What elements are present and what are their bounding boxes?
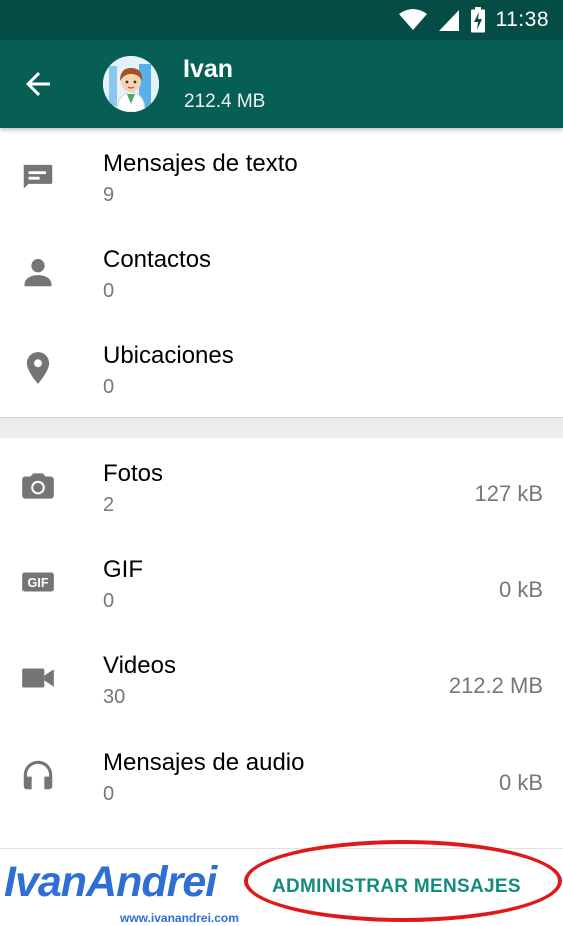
location-pin-icon xyxy=(26,352,50,384)
status-time: 11:38 xyxy=(495,8,549,31)
watermark-url: www.ivanandrei.com xyxy=(120,911,239,925)
headphones-icon xyxy=(23,760,53,790)
row-title: Videos xyxy=(103,652,176,679)
row-count: 0 xyxy=(103,376,115,398)
status-icons: 11:38 xyxy=(398,6,550,34)
row-size: 0 kB xyxy=(498,577,543,602)
contact-storage-size: 212.4 MB xyxy=(184,91,266,112)
manage-messages-button[interactable]: ADMINISTRAR MENSAJES xyxy=(272,876,521,898)
message-icon xyxy=(23,164,53,189)
status-bar: 11:38 xyxy=(0,0,563,40)
row-videos: Videos 30 212.2 MB xyxy=(0,631,563,727)
avatar[interactable] xyxy=(103,56,159,112)
row-gif: GIF GIF 0 0 kB xyxy=(0,535,563,631)
row-text-messages: Mensajes de texto 9 xyxy=(0,129,563,225)
avatar-illustration xyxy=(103,56,159,112)
section-divider xyxy=(0,417,563,438)
row-title: Mensajes de audio xyxy=(103,749,305,776)
row-title: Mensajes de texto xyxy=(103,150,298,177)
gif-icon: GIF xyxy=(22,572,54,592)
app-bar: Ivan 212.4 MB xyxy=(0,40,563,128)
row-photos: Fotos 2 127 kB xyxy=(0,439,563,535)
wifi-icon xyxy=(398,9,427,30)
signal-icon xyxy=(438,10,459,31)
person-icon xyxy=(24,259,52,287)
row-count: 30 xyxy=(103,686,126,708)
watermark-logo: IvanAndrei xyxy=(4,858,217,906)
row-title: Contactos xyxy=(103,246,212,273)
row-size: 127 kB xyxy=(474,481,544,506)
row-count: 2 xyxy=(103,494,115,516)
contact-name: Ivan xyxy=(183,55,234,83)
row-size: 212.2 MB xyxy=(448,673,543,698)
back-arrow-icon[interactable] xyxy=(20,66,56,102)
row-title: Fotos xyxy=(103,460,164,487)
videocam-icon xyxy=(22,668,54,688)
battery-charging-icon xyxy=(470,7,485,33)
row-count: 9 xyxy=(103,184,115,206)
row-count: 0 xyxy=(103,590,115,612)
camera-icon xyxy=(22,473,54,499)
row-contacts: Contactos 0 xyxy=(0,225,563,321)
footer-divider xyxy=(0,848,563,849)
row-audio: Mensajes de audio 0 0 kB xyxy=(0,728,563,824)
row-locations: Ubicaciones 0 xyxy=(0,321,563,417)
row-size: 0 kB xyxy=(498,770,543,795)
gif-icon-text: GIF xyxy=(27,576,48,590)
row-title: Ubicaciones xyxy=(103,342,234,369)
row-title: GIF xyxy=(103,556,143,583)
row-count: 0 xyxy=(103,280,115,302)
row-count: 0 xyxy=(103,783,115,805)
